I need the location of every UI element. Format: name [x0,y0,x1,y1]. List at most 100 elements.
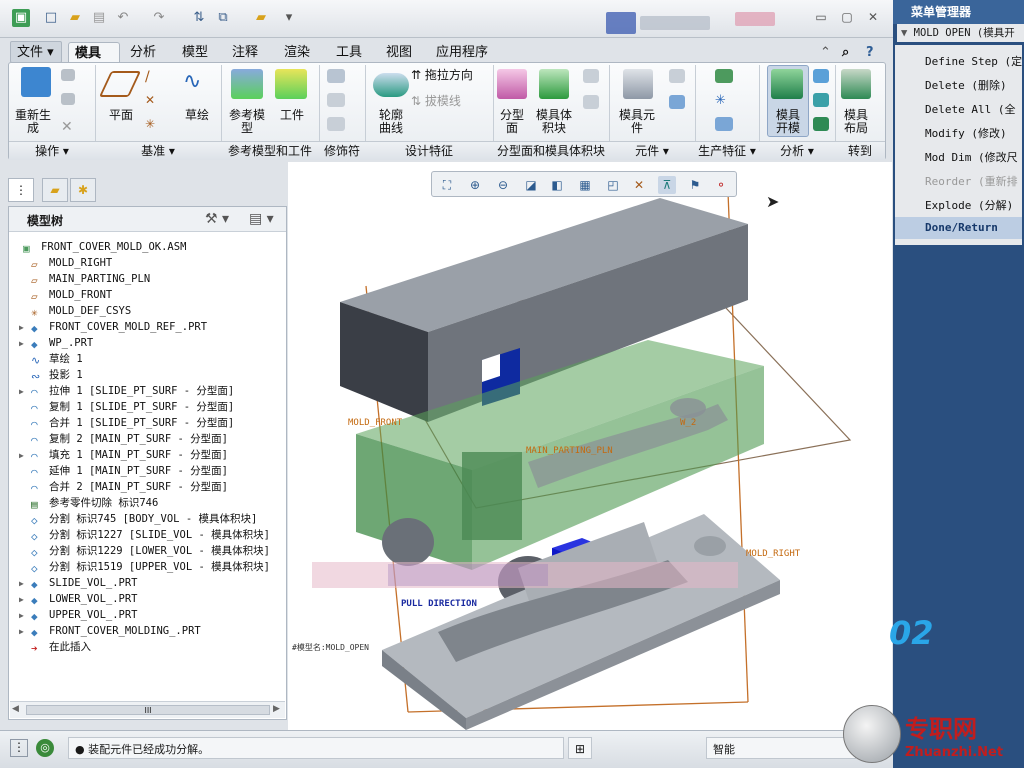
tree-row[interactable]: ▱ MOLD_FRONT [19,287,112,303]
spin-center-icon[interactable]: ⚑ [686,176,704,194]
scroll-thumb[interactable]: III [26,705,270,715]
tree-row[interactable]: ▶ ◆ WP_.PRT [19,335,93,351]
tree-row[interactable]: ▶ ◆ FRONT_COVER_MOLD_REF_.PRT [19,319,207,335]
point-icon[interactable]: ✕ [145,93,159,109]
group-goto[interactable]: 转到 [835,141,885,160]
display-style-icon[interactable]: ◧ [548,176,566,194]
regenerate-button[interactable]: 重新生 成 [11,109,55,135]
tree-row[interactable]: ➔ 在此插入 [19,639,91,655]
plane-button[interactable]: 平面 [103,109,139,122]
tree-row[interactable]: ▱ MAIN_PARTING_PLN [19,271,150,287]
copy-icon[interactable] [61,69,75,81]
mold-open-icon[interactable] [771,69,803,99]
saved-views-icon[interactable]: ▦ [576,176,594,194]
tree-row[interactable]: ◠ 合并 1 [SLIDE_PT_SURF - 分型面] [19,415,234,431]
refit-icon[interactable]: ⛶ [438,176,456,194]
contour-curve-icon[interactable] [373,73,409,97]
component-icon-2[interactable] [669,69,685,83]
production-icon-2[interactable]: ✳ [715,93,733,108]
menu-header[interactable]: ▼ MOLD OPEN (模具开 [897,24,1024,42]
volume-extract-icon[interactable] [583,95,599,109]
group-operations[interactable]: 操作 ▾ [9,141,95,160]
workpiece-icon[interactable] [275,69,307,99]
windows-icon[interactable]: ⧉ [214,9,232,27]
tree-row[interactable]: ◇ 分割 标识745 [BODY_VOL - 模具体积块] [19,511,257,527]
mold-component-button[interactable]: 模具元 件 [613,109,661,135]
reference-model-icon[interactable] [231,69,263,99]
group-analysis[interactable]: 分析 ▾ [759,141,835,160]
repaint-icon[interactable]: ◪ [522,176,540,194]
menu-item-mod-dim[interactable]: Mod Dim (修改尺 [925,149,1018,165]
volume-split-icon[interactable] [583,69,599,83]
zoom-out-icon[interactable]: ⊖ [494,176,512,194]
sketch-icon[interactable]: ∿ [183,69,213,97]
tree-row[interactable]: ▶ ◠ 填充 1 [MAIN_PT_SURF - 分型面] [19,447,228,463]
tree-row[interactable]: ▶ ◆ UPPER_VOL_.PRT [19,607,138,623]
tab-view[interactable]: 视图 [380,42,418,64]
undo-icon[interactable]: ↶ [114,9,132,27]
tab-render[interactable]: 渲染 [278,42,316,64]
model-tree-tab-icon[interactable]: ⋮ [8,178,34,202]
regenerate-large-icon[interactable] [21,67,51,97]
draft-line-button[interactable]: ⇅ 拔模线 [411,95,487,108]
group-modifiers[interactable]: 修饰符 [319,141,365,160]
tree-row[interactable]: ▶ ◆ LOWER_VOL_.PRT [19,591,138,607]
datum-display-icon[interactable]: ✕ [630,176,648,194]
tree-row[interactable]: ◠ 复制 1 [SLIDE_PT_SURF - 分型面] [19,399,234,415]
mold-volume-button[interactable]: 模具体 积块 [531,109,577,135]
workpiece-button[interactable]: 工件 [273,109,311,122]
sketch-button[interactable]: 草绘 [177,109,217,122]
view-manager-icon[interactable]: ◰ [604,176,622,194]
close-button[interactable]: ✕ [864,10,882,26]
group-datum[interactable]: 基准 ▾ [95,141,221,160]
graphics-window[interactable]: MOLD_FRONT MAIN_PARTING_PLN W_2 MOLD_RIG… [288,162,892,730]
tab-applications[interactable]: 应用程序 [430,42,494,64]
menu-item-define-step[interactable]: Define Step (定 [925,53,1022,69]
scroll-right-icon[interactable]: ▶ [273,704,280,714]
tree-row[interactable]: ▤ 参考零件切除 标识746 [19,495,158,511]
analysis-icon-1[interactable] [813,69,829,83]
component-icon-3[interactable] [669,95,685,109]
zoom-in-icon[interactable]: ⊕ [466,176,484,194]
tree-row[interactable]: ▶ ◆ SLIDE_VOL_.PRT [19,575,138,591]
mold-volume-icon[interactable] [539,69,569,99]
group-parting-volumes[interactable]: 分型面和模具体积块 ▾ [493,141,609,177]
group-ref-model-workpiece[interactable]: 参考模型和工件 [221,141,319,160]
open-icon[interactable]: ▰ [66,9,84,27]
paste-icon[interactable] [61,93,75,105]
group-components[interactable]: 元件 ▾ [609,141,695,160]
minimize-button[interactable]: ▭ [812,10,830,26]
plane-icon[interactable] [98,71,142,97]
tree-horizontal-scrollbar[interactable]: ◀ III ▶ [10,701,285,718]
browser-toggle-icon[interactable]: ◎ [36,739,54,757]
mold-layout-icon[interactable] [841,69,871,99]
tree-filter-icon[interactable]: ▤ ▾ [249,211,274,227]
scroll-left-icon[interactable]: ◀ [12,704,19,714]
analysis-icon-3[interactable] [813,117,829,131]
menu-item-modify[interactable]: Modify (修改) [925,125,1007,141]
new-icon[interactable]: □ [42,9,60,27]
mold-layout-button[interactable]: 模具 布局 [835,109,877,135]
search-icon[interactable]: ⌕ [836,42,855,64]
contour-curve-button[interactable]: 轮廓 曲线 [365,109,417,135]
tree-row[interactable]: ▣ FRONT_COVER_MOLD_OK.ASM [11,239,186,255]
production-icon-3[interactable] [715,117,733,131]
tree-row[interactable]: ∿ 草绘 1 [19,351,83,367]
tree-row[interactable]: ◇ 分割 标识1227 [SLIDE_VOL - 模具体积块] [19,527,270,543]
tree-row[interactable]: ◠ 合并 2 [MAIN_PT_SURF - 分型面] [19,479,228,495]
production-icon-1[interactable] [715,69,733,83]
help-icon[interactable]: ? [860,42,880,64]
tree-row[interactable]: ◇ 分割 标识1229 [LOWER_VOL - 模具体积块] [19,543,270,559]
modifier-icon-1[interactable] [327,69,345,83]
menu-item-delete-all[interactable]: Delete All (全 [925,101,1015,117]
tree-row[interactable]: ▶ ◆ FRONT_COVER_MOLDING_.PRT [19,623,201,639]
regenerate-icon[interactable]: ⇅ [190,9,208,27]
mold-open-button[interactable]: 模具 开模 [767,109,809,135]
parting-surface-icon[interactable] [497,69,527,99]
delete-icon[interactable]: ✕ [61,119,75,135]
expand-arrow-icon[interactable]: ▶ [19,320,31,336]
group-production-features[interactable]: 生产特征 ▾ [695,141,759,160]
group-design-features[interactable]: 设计特征 [365,141,493,160]
selection-icon[interactable]: ⊞ [568,737,592,759]
annotation-display-icon[interactable]: ⊼ [658,176,676,194]
